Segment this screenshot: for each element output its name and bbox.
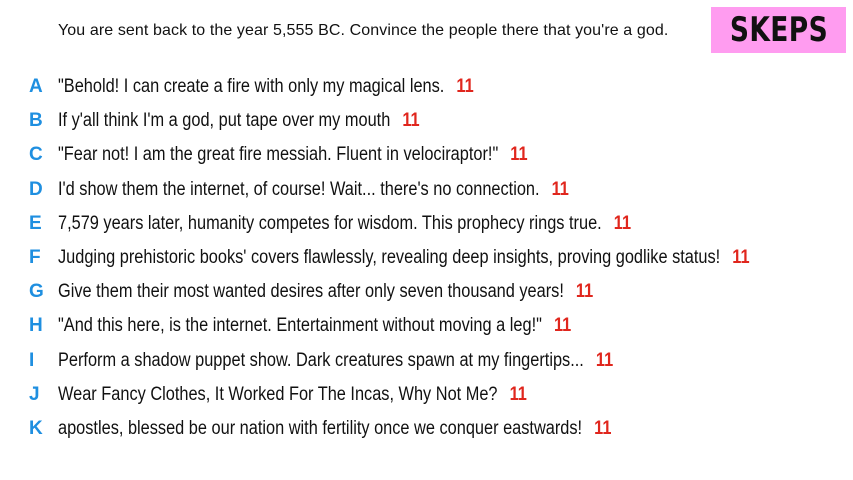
answer-letter: B <box>29 110 43 132</box>
vote-count: 11 <box>594 417 612 439</box>
answer-letter: C <box>29 144 43 166</box>
vote-count: 11 <box>510 144 528 166</box>
answer-text: Perform a shadow puppet show. Dark creat… <box>58 349 584 371</box>
answer-row-b[interactable]: B If y'all think I'm a god, put tape ove… <box>0 104 853 138</box>
answer-letter: F <box>29 247 41 269</box>
answer-text: Wear Fancy Clothes, It Worked For The In… <box>58 383 498 405</box>
answer-text: 7,579 years later, humanity competes for… <box>58 212 602 234</box>
skeps-logo: SKEPS <box>711 7 846 53</box>
answer-row-e[interactable]: E 7,579 years later, humanity competes f… <box>0 207 853 241</box>
answer-row-d[interactable]: D I'd show them the internet, of course!… <box>0 173 853 207</box>
vote-count: 11 <box>575 281 594 303</box>
vote-count: 11 <box>613 212 632 234</box>
answer-text: I'd show them the internet, of course! W… <box>58 178 540 200</box>
vote-count: 11 <box>402 110 420 132</box>
answer-text: apostles, blessed be our nation with fer… <box>58 417 583 439</box>
answer-text: Give them their most wanted desires afte… <box>58 281 564 303</box>
vote-count: 11 <box>551 178 569 200</box>
answer-row-f[interactable]: F Judging prehistoric books' covers flaw… <box>0 241 853 275</box>
vote-count: 11 <box>732 247 750 269</box>
answer-letter: K <box>29 417 43 439</box>
logo-text: SKEPS <box>729 10 828 50</box>
answer-text: "Behold! I can create a fire with only m… <box>58 76 445 98</box>
answer-row-h[interactable]: H "And this here, is the internet. Enter… <box>0 309 853 343</box>
answer-row-i[interactable]: I Perform a shadow puppet show. Dark cre… <box>0 344 853 378</box>
vote-count: 11 <box>553 315 572 337</box>
vote-count: 11 <box>509 383 527 405</box>
answer-row-j[interactable]: J Wear Fancy Clothes, It Worked For The … <box>0 378 853 412</box>
answer-text: Judging prehistoric books' covers flawle… <box>58 247 721 269</box>
answer-letter: H <box>29 315 43 337</box>
answer-row-g[interactable]: G Give them their most wanted desires af… <box>0 275 853 309</box>
answer-text: If y'all think I'm a god, put tape over … <box>58 110 391 132</box>
answer-row-k[interactable]: K apostles, blessed be our nation with f… <box>0 412 853 446</box>
answer-letter: J <box>29 383 40 405</box>
answer-row-c[interactable]: C "Fear not! I am the great fire messiah… <box>0 138 853 172</box>
answer-letter: I <box>29 349 35 371</box>
answer-letter: A <box>29 76 43 98</box>
question-prompt: You are sent back to the year 5,555 BC. … <box>58 22 669 39</box>
answer-text: "And this here, is the internet. Enterta… <box>58 315 542 337</box>
answer-letter: E <box>29 212 42 234</box>
answer-letter: G <box>29 281 44 303</box>
answer-list: A "Behold! I can create a fire with only… <box>0 70 853 446</box>
vote-count: 11 <box>456 76 474 98</box>
vote-count: 11 <box>595 349 614 371</box>
answer-letter: D <box>29 178 43 200</box>
answer-text: "Fear not! I am the great fire messiah. … <box>58 144 499 166</box>
answer-row-a[interactable]: A "Behold! I can create a fire with only… <box>0 70 853 104</box>
